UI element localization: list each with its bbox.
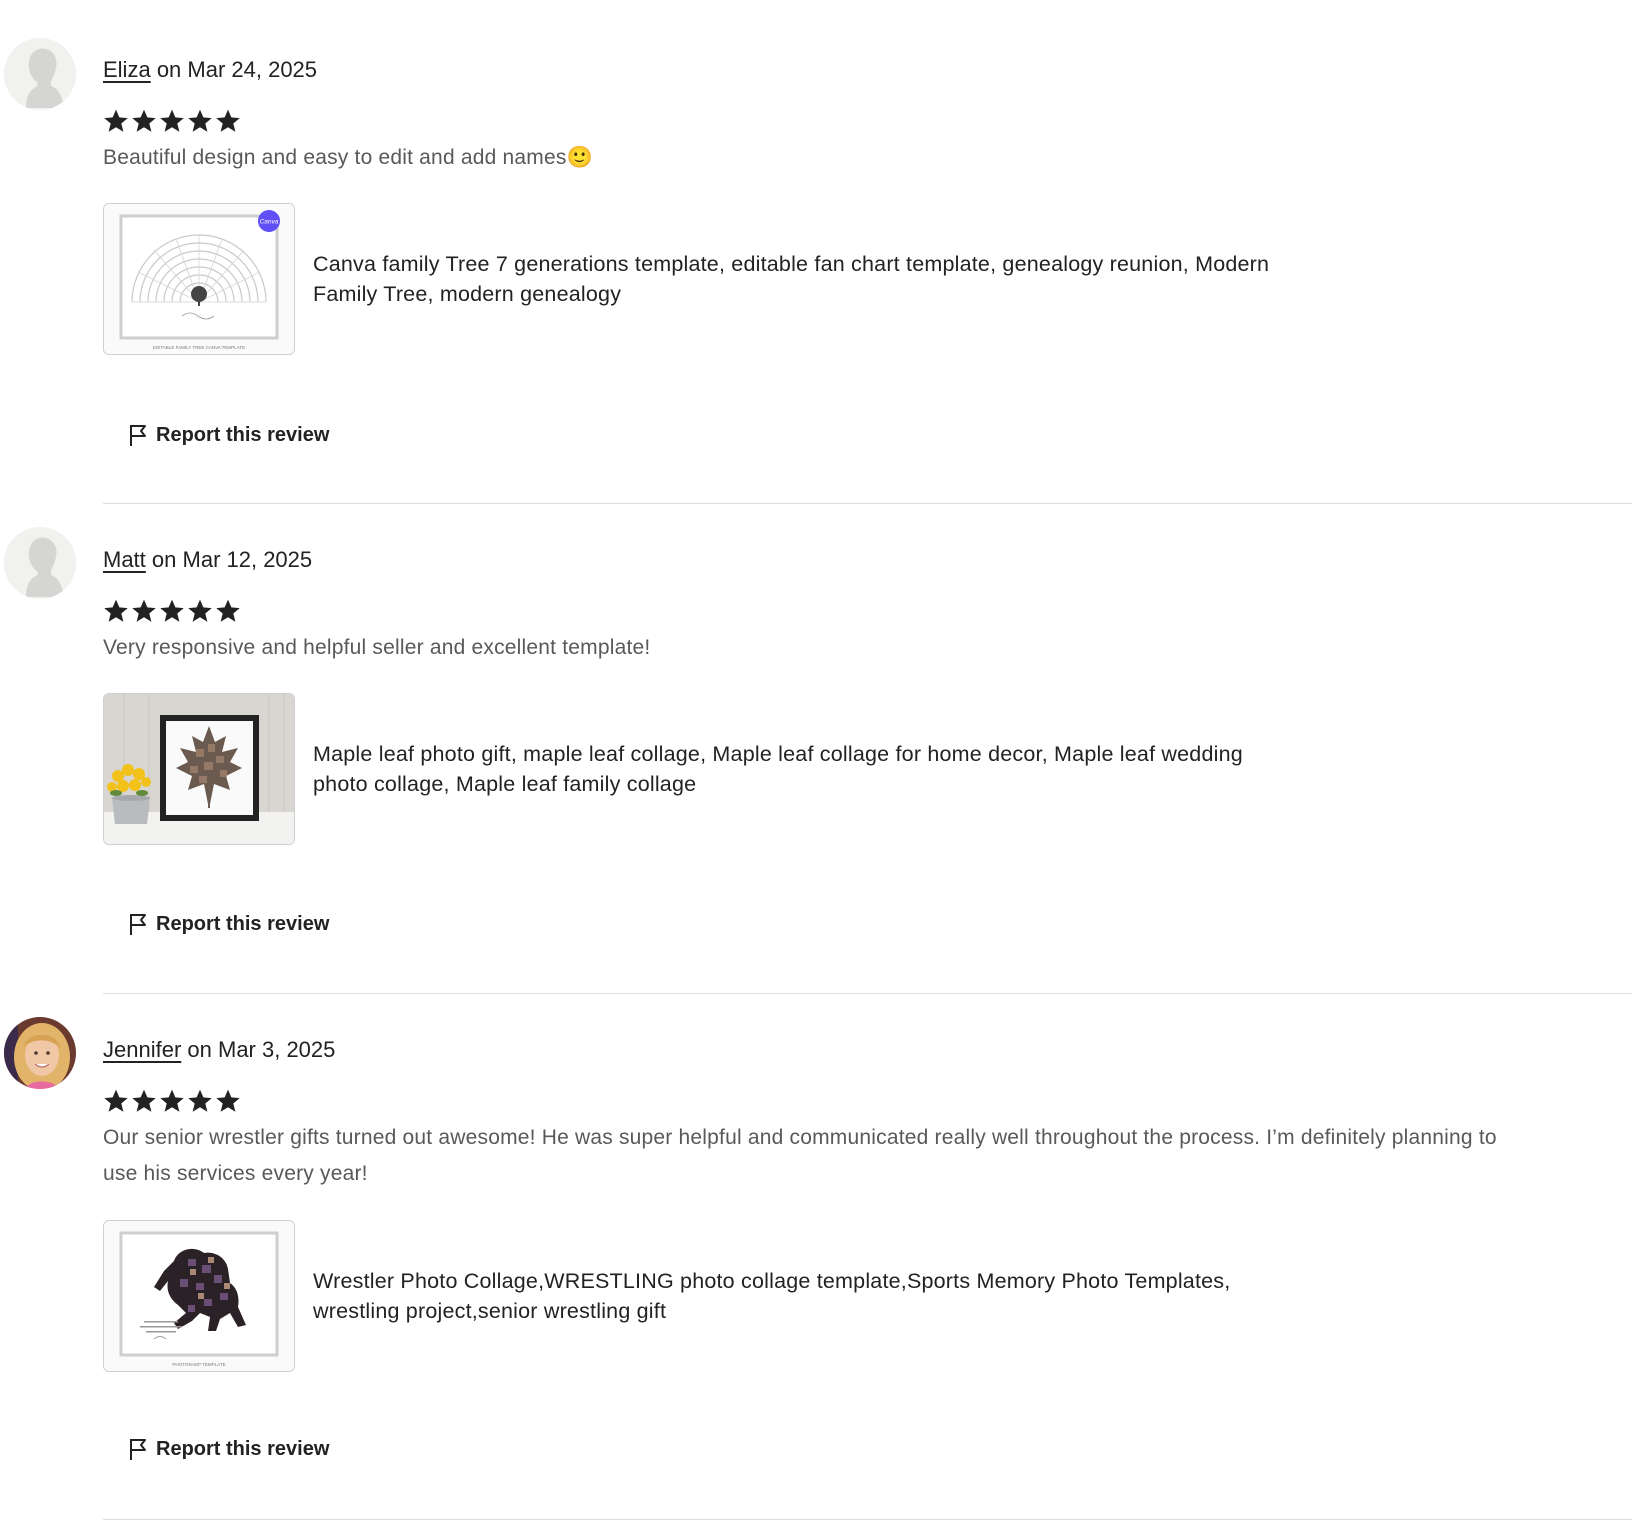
star-icon (132, 109, 156, 132)
report-label: Report this review (156, 912, 330, 935)
reviewer-line: Matt on Mar 12, 2025 (103, 549, 312, 571)
product-card[interactable]: EDITABLE FAMILY TREE CANVA TEMPLATE Canv… (103, 203, 1293, 355)
star-icon (104, 109, 128, 132)
product-title[interactable]: Canva family Tree 7 generations template… (313, 249, 1293, 309)
review-date: on Mar 3, 2025 (187, 1037, 336, 1062)
product-card[interactable]: PHOTOSHOP TEMPLATE Wrestler Photo Collag… (103, 1220, 1293, 1372)
flag-icon (130, 914, 146, 935)
star-icon (188, 1089, 212, 1112)
avatar[interactable] (4, 38, 76, 110)
review-date: on Mar 12, 2025 (151, 547, 313, 572)
report-review-button[interactable]: Report this review (128, 1437, 329, 1461)
star-icon (160, 1089, 184, 1112)
thumbnail-footer-text: EDITABLE FAMILY TREE CANVA TEMPLATE (153, 345, 245, 350)
avatar[interactable] (4, 1017, 76, 1089)
product-thumbnail[interactable] (103, 693, 295, 845)
reviewer-name-link[interactable]: Eliza (103, 57, 151, 82)
flag-icon (130, 1439, 146, 1460)
star-icon (132, 599, 156, 622)
star-rating (103, 598, 241, 624)
report-review-button[interactable]: Report this review (128, 912, 329, 936)
star-icon (104, 599, 128, 622)
product-thumbnail[interactable]: PHOTOSHOP TEMPLATE (103, 1220, 295, 1372)
reviewer-name-link[interactable]: Matt (103, 547, 146, 572)
star-icon (188, 599, 212, 622)
review-text: Beautiful design and easy to edit and ad… (103, 146, 593, 169)
reviewer-name-link[interactable]: Jennifer (103, 1037, 181, 1062)
star-rating (103, 108, 241, 134)
divider (103, 503, 1632, 504)
reviewer-line: Jennifer on Mar 3, 2025 (103, 1039, 335, 1061)
star-icon (160, 599, 184, 622)
star-icon (216, 1089, 240, 1112)
star-icon (216, 599, 240, 622)
thumbnail-footer-text: PHOTOSHOP TEMPLATE (172, 1362, 225, 1367)
star-icon (188, 109, 212, 132)
divider (103, 993, 1632, 994)
star-icon (104, 1089, 128, 1112)
review-text: Very responsive and helpful seller and e… (103, 636, 651, 659)
divider (103, 1519, 1632, 1520)
canva-badge: Canva (260, 219, 279, 226)
product-title[interactable]: Maple leaf photo gift, maple leaf collag… (313, 739, 1293, 799)
reviewer-line: Eliza on Mar 24, 2025 (103, 59, 317, 81)
report-label: Report this review (156, 1437, 330, 1460)
avatar[interactable] (4, 527, 76, 599)
star-rating (103, 1088, 241, 1114)
star-icon (132, 1089, 156, 1112)
review-date: on Mar 24, 2025 (156, 57, 318, 82)
report-review-button[interactable]: Report this review (128, 423, 329, 447)
review-text: Our senior wrestler gifts turned out awe… (103, 1126, 1497, 1185)
star-icon (216, 109, 240, 132)
product-title[interactable]: Wrestler Photo Collage,WRESTLING photo c… (313, 1266, 1293, 1326)
star-icon (160, 109, 184, 132)
product-thumbnail[interactable]: EDITABLE FAMILY TREE CANVA TEMPLATE Canv… (103, 203, 295, 355)
flag-icon (130, 425, 146, 446)
product-card[interactable]: Maple leaf photo gift, maple leaf collag… (103, 693, 1293, 845)
report-label: Report this review (156, 423, 330, 446)
